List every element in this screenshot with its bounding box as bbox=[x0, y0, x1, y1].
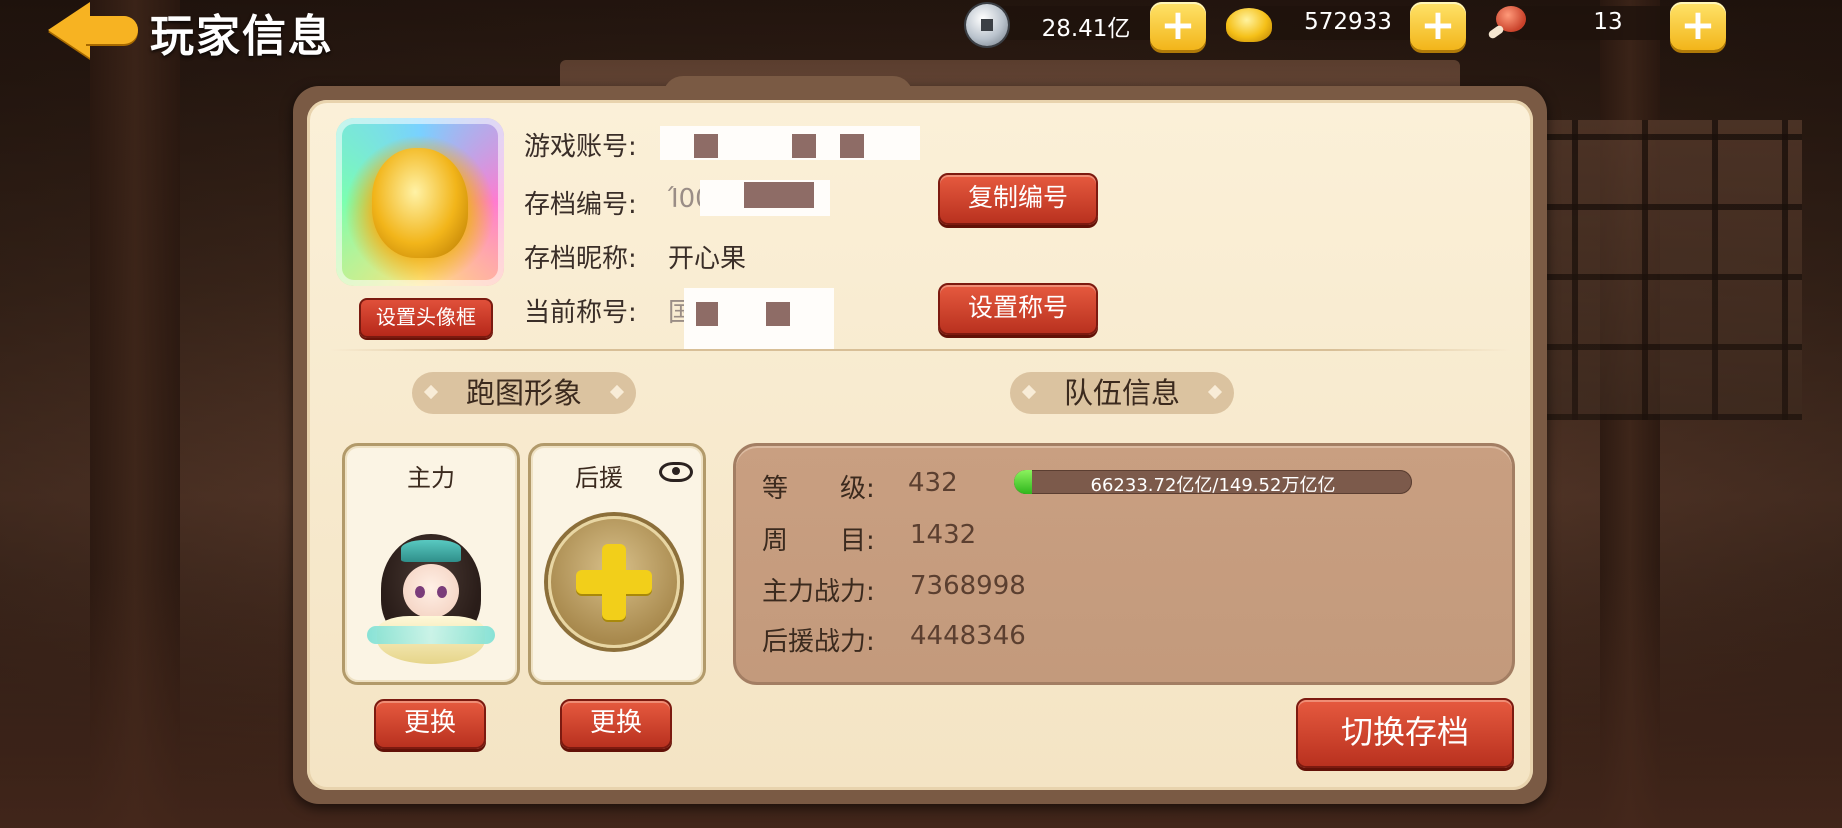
nickname-value: 开心果 bbox=[668, 244, 747, 274]
divider bbox=[330, 349, 1510, 351]
switch-save-button[interactable]: 切换存档 bbox=[1296, 698, 1514, 768]
save-id-label: 存档编号: bbox=[524, 190, 637, 220]
change-main-hero-button[interactable]: 更换 bbox=[374, 699, 486, 749]
support-power-label: 后援战力: bbox=[762, 627, 875, 657]
run-image-heading: 跑图形象 bbox=[412, 372, 636, 414]
experience-bar: 66233.72亿亿/149.52万亿亿 bbox=[1014, 470, 1412, 494]
add-meat-button[interactable]: + bbox=[1670, 2, 1726, 50]
back-arrow-icon bbox=[48, 2, 90, 58]
set-title-button[interactable]: 设置称号 bbox=[938, 283, 1098, 335]
cycle-value: 1432 bbox=[910, 520, 977, 550]
background-window bbox=[1502, 120, 1802, 420]
meat-value: 13 bbox=[1593, 9, 1623, 35]
hero-portrait bbox=[367, 530, 495, 668]
main-power-value: 7368998 bbox=[910, 571, 1026, 601]
eye-icon[interactable] bbox=[659, 462, 693, 482]
resource-meat: 13 + bbox=[1486, 2, 1726, 50]
cycle-label: 周 目: bbox=[762, 526, 875, 556]
back-button[interactable] bbox=[40, 0, 140, 60]
page-title: 玩家信息 bbox=[150, 11, 334, 62]
meat-drumstick-icon bbox=[1487, 6, 1528, 42]
main-power-label: 主力战力: bbox=[762, 577, 875, 607]
support-power-value: 4448346 bbox=[910, 621, 1026, 651]
account-label: 游戏账号: bbox=[524, 132, 637, 162]
copy-id-button[interactable]: 复制编号 bbox=[938, 173, 1098, 225]
nickname-label: 存档昵称: bbox=[524, 244, 637, 274]
add-gold-ingot-button[interactable]: + bbox=[1410, 2, 1466, 50]
support-hero-slot[interactable]: 后援 bbox=[528, 443, 706, 685]
level-label: 等 级: bbox=[762, 474, 875, 504]
silver-coin-icon bbox=[966, 4, 1008, 46]
gold-ingot-value: 572933 bbox=[1304, 9, 1392, 35]
plus-icon bbox=[602, 544, 626, 620]
title-label: 当前称号: bbox=[524, 298, 637, 328]
resource-gold-ingot: 572933 + bbox=[1226, 2, 1466, 50]
resource-silver-coin: 28.41亿 + bbox=[966, 2, 1206, 50]
main-hero-slot[interactable]: 主力 bbox=[342, 443, 520, 685]
level-value: 432 bbox=[908, 468, 958, 498]
add-silver-coin-button[interactable]: + bbox=[1150, 2, 1206, 50]
set-avatar-frame-button[interactable]: 设置头像框 bbox=[359, 298, 493, 338]
main-hero-label: 主力 bbox=[407, 464, 455, 492]
team-info-heading: 队伍信息 bbox=[1010, 372, 1234, 414]
change-support-hero-button[interactable]: 更换 bbox=[560, 699, 672, 749]
avatar-frame[interactable] bbox=[336, 118, 504, 286]
golden-dragon-avatar-icon bbox=[372, 148, 468, 258]
experience-text: 66233.72亿亿/149.52万亿亿 bbox=[1090, 475, 1336, 494]
add-support-hero-button[interactable] bbox=[548, 516, 680, 648]
silver-coin-value: 28.41亿 bbox=[1041, 16, 1131, 42]
gold-ingot-icon bbox=[1226, 8, 1272, 42]
